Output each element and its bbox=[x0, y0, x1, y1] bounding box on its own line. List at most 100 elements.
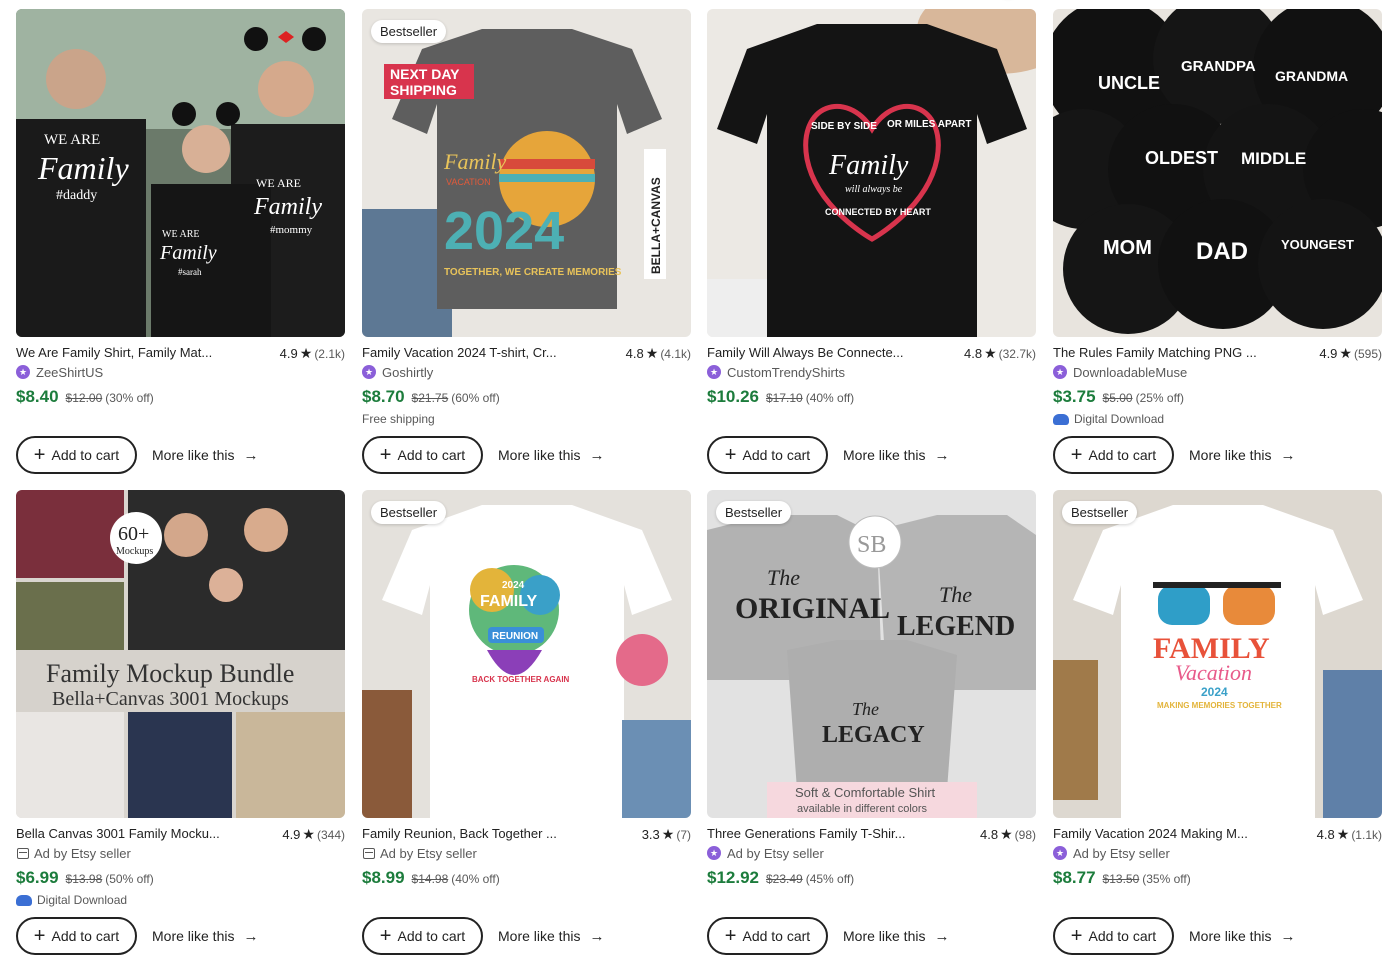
image-text: #daddy bbox=[56, 188, 97, 203]
image-text: Soft & Comfortable Shirt bbox=[795, 785, 936, 800]
image-text: #sarah bbox=[178, 267, 202, 277]
product-image[interactable]: FAMILY Vacation 2024 MAKING MEMORIES TOG… bbox=[1053, 490, 1382, 818]
seller-name: Ad by Etsy seller bbox=[380, 845, 477, 861]
star-icon: ★ bbox=[299, 345, 313, 361]
product-title[interactable]: Family Reunion, Back Together ... bbox=[362, 826, 577, 841]
more-like-this-label: More like this bbox=[1189, 447, 1272, 463]
add-to-cart-button[interactable]: + Add to cart bbox=[16, 917, 137, 955]
more-like-this-link[interactable]: More like this → bbox=[152, 917, 258, 955]
image-text: Family bbox=[443, 149, 507, 174]
image-text: MAKING MEMORIES TOGETHER bbox=[1157, 701, 1282, 710]
rating-value: 4.9 bbox=[1319, 346, 1338, 361]
rating-value: 4.8 bbox=[1316, 827, 1335, 842]
more-like-this-link[interactable]: More like this → bbox=[1189, 436, 1295, 474]
image-text: 2024 bbox=[1201, 685, 1228, 699]
price-row: $8.77 $13.50 (35% off) bbox=[1053, 868, 1382, 890]
review-count: (1.1k) bbox=[1351, 828, 1382, 842]
original-price: $13.50 bbox=[1102, 872, 1140, 886]
image-text: available in different colors bbox=[797, 803, 928, 815]
product-title[interactable]: We Are Family Shirt, Family Mat... bbox=[16, 345, 231, 360]
image-text: VACATION bbox=[446, 177, 491, 187]
product-title[interactable]: Family Will Always Be Connecte... bbox=[707, 345, 922, 360]
add-to-cart-label: Add to cart bbox=[51, 447, 120, 463]
image-text: Family bbox=[159, 242, 217, 264]
ad-icon bbox=[17, 847, 29, 859]
product-rating: 3.3 ★ (7) bbox=[642, 826, 691, 843]
product-image[interactable]: NEXT DAY SHIPPING Family VACATION 2024 T… bbox=[362, 9, 691, 337]
price-row: $12.92 $23.49 (45% off) bbox=[707, 868, 1036, 890]
seller-name[interactable]: ZeeShirtUS bbox=[36, 365, 103, 380]
seller-row: Ad by Etsy seller bbox=[16, 844, 345, 862]
product-title[interactable]: The Rules Family Matching PNG ... bbox=[1053, 345, 1268, 360]
add-to-cart-button[interactable]: + Add to cart bbox=[1053, 436, 1174, 474]
star-icon: ★ bbox=[302, 826, 315, 842]
more-like-this-link[interactable]: More like this → bbox=[843, 917, 949, 955]
add-to-cart-button[interactable]: + Add to cart bbox=[1053, 917, 1174, 955]
product-image[interactable]: 2024 FAMILY REUNION BACK TOGETHER AGAIN bbox=[362, 490, 691, 818]
image-text: WE ARE bbox=[162, 229, 200, 240]
image-text: Mockups bbox=[116, 546, 153, 557]
product-image[interactable]: SB The ORIGINAL The LEGEND The LEGACY So… bbox=[707, 490, 1036, 818]
plus-icon: + bbox=[33, 444, 46, 466]
seller-name: Ad by Etsy seller bbox=[727, 845, 824, 861]
image-text: OLDEST bbox=[1145, 148, 1218, 168]
more-like-this-link[interactable]: More like this → bbox=[1189, 917, 1295, 955]
product-image[interactable]: SIDE BY SIDE OR MILES APART Family will … bbox=[707, 9, 1036, 337]
seller-row: ★ ZeeShirtUS bbox=[16, 363, 345, 381]
plus-icon: + bbox=[33, 925, 46, 947]
seller-name: Ad by Etsy seller bbox=[1073, 845, 1170, 861]
more-like-this-link[interactable]: More like this → bbox=[498, 436, 604, 474]
original-price: $23.49 bbox=[766, 872, 803, 886]
image-text: 2024 bbox=[444, 201, 564, 261]
image-text: WE ARE bbox=[44, 132, 100, 148]
product-title[interactable]: Family Vacation 2024 Making M... bbox=[1053, 826, 1268, 841]
add-to-cart-button[interactable]: + Add to cart bbox=[707, 436, 828, 474]
seller-name[interactable]: Goshirtly bbox=[382, 365, 433, 380]
star-icon: ★ bbox=[1000, 826, 1013, 842]
review-count: (2.1k) bbox=[314, 347, 345, 361]
add-to-cart-button[interactable]: + Add to cart bbox=[362, 917, 483, 955]
product-rating: 4.8 ★ (32.7k) bbox=[964, 345, 1036, 362]
arrow-right-icon: → bbox=[589, 927, 605, 945]
more-like-this-label: More like this bbox=[498, 447, 581, 463]
bestseller-badge: Bestseller bbox=[371, 501, 447, 524]
review-count: (7) bbox=[676, 828, 691, 842]
add-to-cart-button[interactable]: + Add to cart bbox=[16, 436, 137, 474]
product-image[interactable]: WE ARE Family #daddy WE ARE Family #momm… bbox=[16, 9, 345, 337]
image-text: The bbox=[939, 582, 972, 607]
seller-name[interactable]: CustomTrendyShirts bbox=[727, 365, 845, 380]
price-row: $8.70 $21.75 (60% off) bbox=[362, 387, 691, 409]
product-image[interactable]: UNCLE GRANDPA GRANDMA OLDEST MIDDLE MOM … bbox=[1053, 9, 1382, 337]
review-count: (344) bbox=[316, 828, 345, 842]
product-title[interactable]: Three Generations Family T-Shir... bbox=[707, 826, 922, 841]
bestseller-badge: Bestseller bbox=[1062, 501, 1138, 524]
add-to-cart-label: Add to cart bbox=[1088, 928, 1157, 944]
image-text: Family bbox=[253, 194, 322, 220]
more-like-this-label: More like this bbox=[152, 447, 235, 463]
add-to-cart-button[interactable]: + Add to cart bbox=[362, 436, 483, 474]
image-text: SHIPPING bbox=[390, 82, 457, 98]
arrow-right-icon: → bbox=[934, 446, 950, 464]
more-like-this-link[interactable]: More like this → bbox=[498, 917, 604, 955]
product-title[interactable]: Bella Canvas 3001 Family Mocku... bbox=[16, 826, 231, 841]
image-text: #mommy bbox=[270, 224, 313, 236]
more-like-this-link[interactable]: More like this → bbox=[843, 436, 949, 474]
image-text: UNCLE bbox=[1098, 73, 1160, 93]
image-text: The bbox=[852, 699, 879, 719]
more-like-this-link[interactable]: More like this → bbox=[152, 436, 258, 474]
star-seller-icon: ★ bbox=[16, 365, 30, 379]
review-count: (32.7k) bbox=[998, 347, 1036, 361]
product-title[interactable]: Family Vacation 2024 T-shirt, Cr... bbox=[362, 345, 577, 360]
product-image[interactable]: 60+ Mockups Family Mockup Bundle Bella+C… bbox=[16, 490, 345, 818]
add-to-cart-button[interactable]: + Add to cart bbox=[707, 917, 828, 955]
more-like-this-label: More like this bbox=[1189, 928, 1272, 944]
star-icon: ★ bbox=[1336, 826, 1350, 842]
bestseller-badge: Bestseller bbox=[371, 20, 447, 43]
seller-name[interactable]: DownloadableMuse bbox=[1073, 365, 1187, 380]
add-to-cart-label: Add to cart bbox=[397, 447, 466, 463]
image-text: YOUNGEST bbox=[1281, 237, 1354, 252]
arrow-right-icon: → bbox=[243, 927, 259, 945]
rating-value: 4.8 bbox=[980, 827, 999, 842]
star-seller-icon: ★ bbox=[1053, 846, 1067, 860]
price-row: $3.75 $5.00 (25% off) bbox=[1053, 387, 1382, 409]
